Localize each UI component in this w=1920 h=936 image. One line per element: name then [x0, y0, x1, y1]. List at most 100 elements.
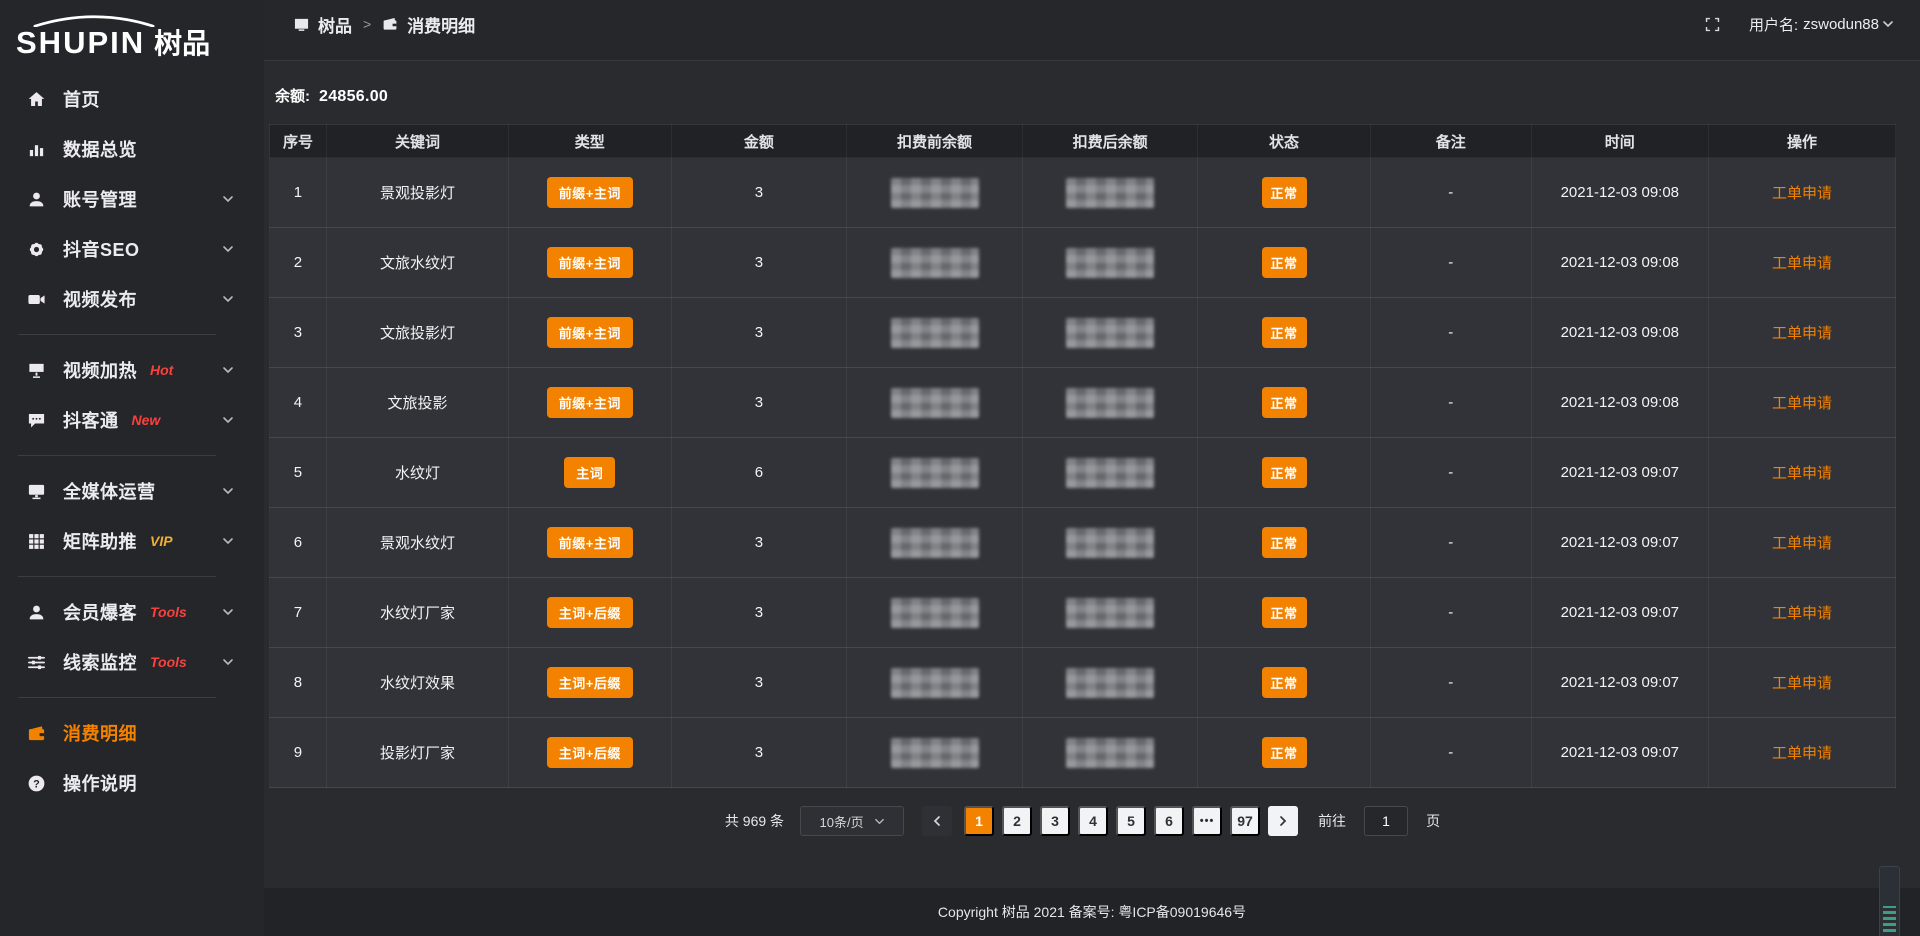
sidebar-item-media-operation[interactable]: 全媒体运营 [0, 466, 264, 516]
status-badge: 正常 [1262, 527, 1307, 558]
masked-value [891, 388, 979, 418]
cell-amount: 3 [671, 368, 847, 438]
work-order-link[interactable]: 工单申请 [1772, 605, 1832, 622]
cell-time: 2021-12-03 09:08 [1531, 158, 1708, 228]
status-badge: 正常 [1262, 667, 1307, 698]
column-header: 备注 [1370, 125, 1531, 158]
cell-amount: 3 [671, 158, 847, 228]
column-header: 时间 [1531, 125, 1708, 158]
masked-value [891, 668, 979, 698]
sidebar-item-video-publish[interactable]: 视频发布 [0, 274, 264, 324]
breadcrumb-root[interactable]: 树品 [318, 12, 352, 37]
work-order-link[interactable]: 工单申请 [1772, 465, 1832, 482]
next-page-button[interactable] [1268, 806, 1298, 836]
type-badge: 主词+后缀 [547, 597, 633, 628]
sidebar-divider [18, 697, 216, 698]
cell-type: 前缀+主词 [509, 158, 672, 228]
cell-amount: 3 [671, 228, 847, 298]
cell-action: 工单申请 [1708, 578, 1895, 648]
work-order-link[interactable]: 工单申请 [1772, 185, 1832, 202]
sidebar-item-video-heating[interactable]: 视频加热Hot [0, 345, 264, 395]
cell-remark: - [1370, 508, 1531, 578]
status-badge: 正常 [1262, 737, 1307, 768]
svg-text:?: ? [33, 778, 40, 790]
cell-index: 3 [270, 298, 327, 368]
cell-status: 正常 [1198, 368, 1370, 438]
sidebar-item-clue-monitor[interactable]: 线索监控Tools [0, 637, 264, 687]
sidebar-item-douyin-seo[interactable]: 抖音SEO [0, 224, 264, 274]
column-header: 扣费前余额 [847, 125, 1023, 158]
bar-chart-icon [26, 139, 46, 159]
work-order-link[interactable]: 工单申请 [1772, 325, 1832, 342]
cell-balance-after [1022, 368, 1198, 438]
work-order-link[interactable]: 工单申请 [1772, 745, 1832, 762]
sidebar-item-matrix-boost[interactable]: 矩阵助推VIP [0, 516, 264, 566]
chevron-down-icon [874, 816, 885, 827]
masked-value [891, 598, 979, 628]
page-button-6[interactable]: 6 [1154, 806, 1184, 836]
username[interactable]: zswodun88 [1803, 16, 1879, 33]
work-order-link[interactable]: 工单申请 [1772, 255, 1832, 272]
masked-value [1066, 528, 1154, 558]
sliders-icon [26, 652, 46, 672]
logo[interactable]: SHUPIN 树品 [0, 0, 264, 64]
sidebar-item-account-manage[interactable]: 账号管理 [0, 174, 264, 224]
work-order-link[interactable]: 工单申请 [1772, 395, 1832, 412]
cell-type: 前缀+主词 [509, 298, 672, 368]
cell-index: 8 [270, 648, 327, 718]
balance-value: 24856.00 [319, 88, 388, 105]
breadcrumb-current: 消费明细 [407, 12, 475, 37]
page-button-5[interactable]: 5 [1116, 806, 1146, 836]
masked-value [1066, 738, 1154, 768]
page-size-select[interactable]: 10条/页 [800, 806, 904, 836]
cell-type: 前缀+主词 [509, 368, 672, 438]
fullscreen-icon[interactable] [1704, 16, 1721, 33]
sidebar-item-douketong[interactable]: 抖客通New [0, 395, 264, 445]
cell-index: 1 [270, 158, 327, 228]
chevron-down-icon[interactable] [1882, 18, 1894, 30]
cell-status: 正常 [1198, 228, 1370, 298]
prev-page-button[interactable] [922, 806, 952, 836]
wallet-icon [382, 16, 398, 32]
gear-icon [26, 239, 46, 259]
balance: 余额:24856.00 [275, 85, 1896, 106]
floating-widget[interactable] [1879, 866, 1900, 936]
sidebar-item-label: 操作说明 [63, 770, 137, 796]
logo-text-latin: SHUPIN [16, 27, 145, 58]
sidebar-item-home[interactable]: 首页 [0, 74, 264, 124]
page-button-1[interactable]: 1 [964, 806, 994, 836]
masked-value [1066, 318, 1154, 348]
cell-time: 2021-12-03 09:07 [1531, 438, 1708, 508]
sidebar-item-label: 首页 [63, 86, 100, 112]
sidebar-item-consume-detail[interactable]: 消费明细 [0, 708, 264, 758]
cell-keyword: 水纹灯效果 [326, 648, 508, 718]
cell-keyword: 文旅水纹灯 [326, 228, 508, 298]
jump-unit-label: 页 [1426, 811, 1440, 831]
page-button-3[interactable]: 3 [1040, 806, 1070, 836]
page-button-2[interactable]: 2 [1002, 806, 1032, 836]
masked-value [891, 318, 979, 348]
cell-remark: - [1370, 368, 1531, 438]
cell-balance-before [847, 648, 1023, 718]
work-order-link[interactable]: 工单申请 [1772, 535, 1832, 552]
sidebar-item-instructions[interactable]: ? 操作说明 [0, 758, 264, 808]
page-more-button[interactable]: ••• [1192, 806, 1222, 836]
page-button-4[interactable]: 4 [1078, 806, 1108, 836]
sidebar-item-member-burst[interactable]: 会员爆客Tools [0, 587, 264, 637]
cell-keyword: 投影灯厂家 [326, 718, 508, 788]
cell-index: 4 [270, 368, 327, 438]
sidebar-item-label: 视频发布 [63, 286, 137, 312]
work-order-link[interactable]: 工单申请 [1772, 675, 1832, 692]
cell-action: 工单申请 [1708, 718, 1895, 788]
cell-action: 工单申请 [1708, 508, 1895, 578]
cell-keyword: 水纹灯厂家 [326, 578, 508, 648]
jump-page-input[interactable] [1364, 806, 1408, 836]
cell-index: 2 [270, 228, 327, 298]
sidebar-item-data-overview[interactable]: 数据总览 [0, 124, 264, 174]
home-icon [26, 89, 46, 109]
cell-amount: 3 [671, 648, 847, 718]
chat-icon [26, 410, 46, 430]
page-button-97[interactable]: 97 [1230, 806, 1260, 836]
cell-balance-before [847, 718, 1023, 788]
breadcrumb: 树品 > 消费明细 [294, 12, 475, 37]
